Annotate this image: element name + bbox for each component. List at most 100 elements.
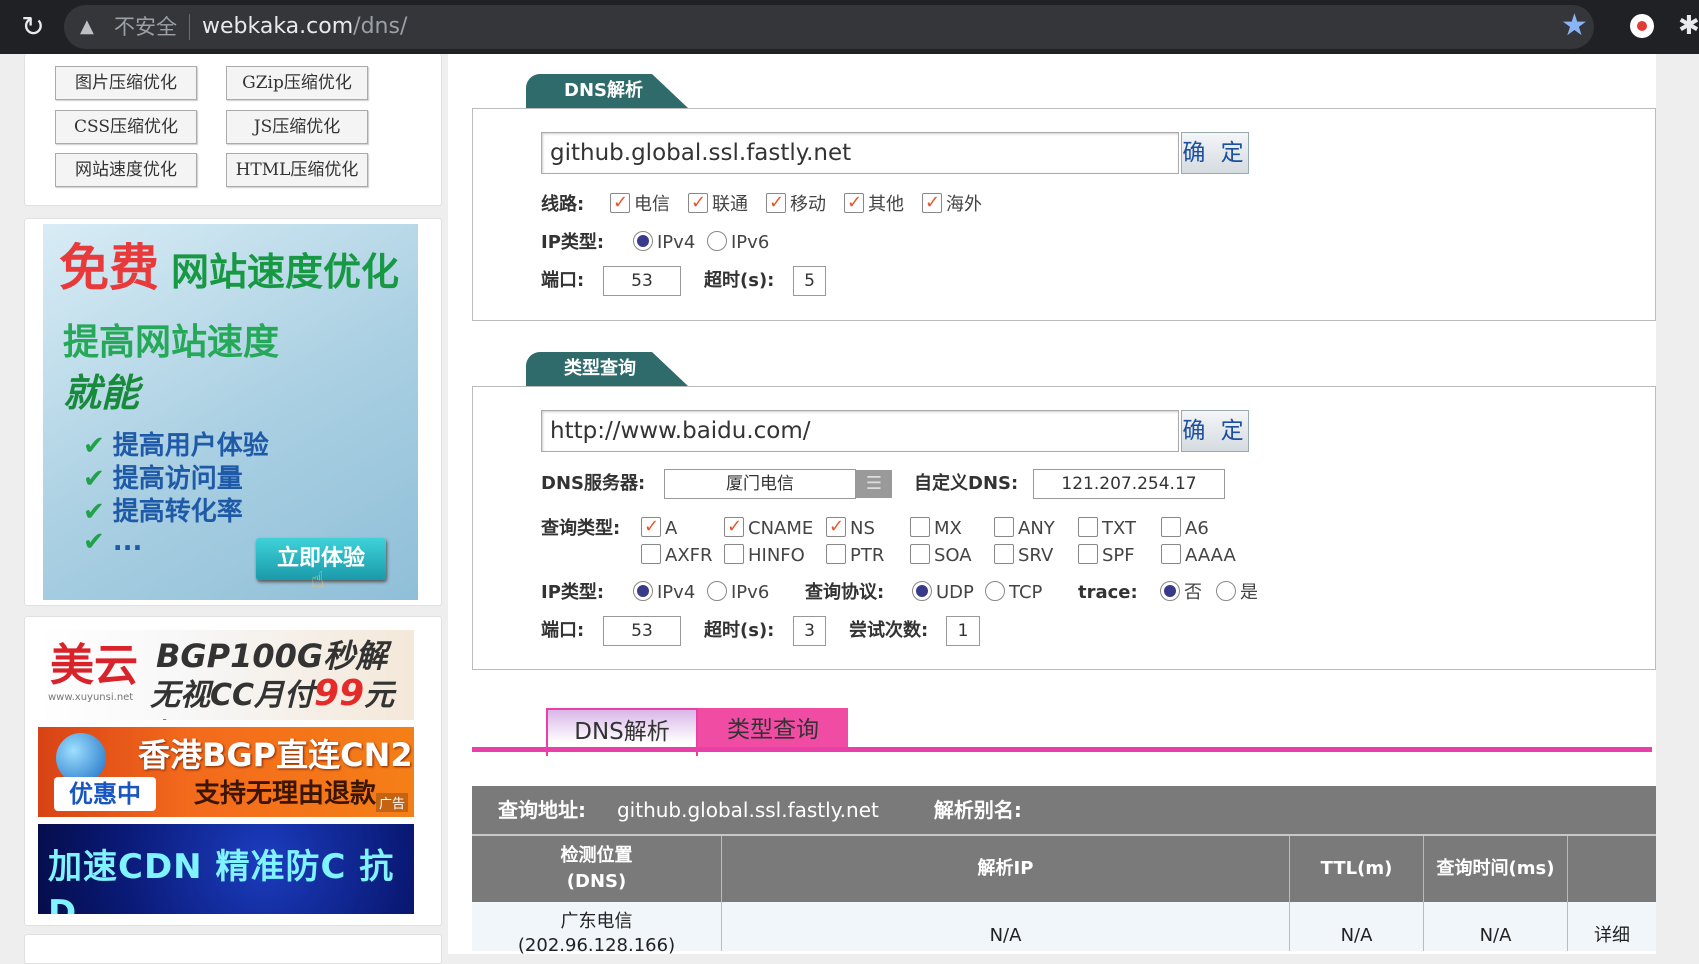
col-ttl: TTL(m): [1290, 836, 1424, 902]
bgp-hosting-ad[interactable]: 美云 www.xuyunsi.net BGP100G秒解 无视CC月付99元起: [38, 630, 414, 720]
meiyun-logo: 美云: [50, 640, 138, 691]
tool-css-compress-button[interactable]: CSS压缩优化: [55, 110, 197, 144]
tool-image-compress-button[interactable]: 图片压缩优化: [55, 66, 197, 100]
line-unicom-checkbox[interactable]: 联通: [688, 190, 748, 218]
ip-type-label-2: IP类型:: [541, 582, 605, 603]
type-cname-checkbox[interactable]: CNAME: [724, 514, 813, 542]
ad2-line2: 无视CC月付99元起: [150, 673, 395, 721]
type-submit-button[interactable]: 确 定: [1181, 410, 1249, 452]
ipv4-radio-2[interactable]: IPv4: [633, 580, 695, 606]
checkbox-icon: [826, 514, 846, 540]
col-location: 检测位置 (DNS): [472, 836, 722, 902]
dns-server-select[interactable]: 厦门电信: [664, 469, 856, 499]
hk-cn2-ad[interactable]: 优惠中 香港BGP直连CN2 支持无理由退款 广告: [38, 727, 414, 817]
radio-icon: [707, 581, 727, 601]
sidebar-next-panel: [24, 934, 442, 964]
url-input[interactable]: http://www.baidu.com/: [541, 410, 1179, 452]
url-text[interactable]: webkaka.com/dns/: [202, 12, 407, 42]
type-axfr-checkbox[interactable]: AXFR: [641, 543, 713, 569]
check-icon: ✔: [83, 497, 105, 527]
tool-js-compress-button[interactable]: JS压缩优化: [226, 110, 368, 144]
retries-label: 尝试次数:: [849, 620, 929, 641]
trace-yes-radio[interactable]: 是: [1216, 580, 1258, 606]
hand-cursor-icon: ☝: [311, 568, 325, 593]
ipv6-radio[interactable]: IPv6: [707, 230, 769, 256]
check-icon: ✔: [83, 464, 105, 494]
radio-icon: [633, 581, 653, 601]
radio-icon: [707, 231, 727, 251]
col-query-time: 查询时间(ms): [1424, 836, 1568, 902]
check-icon: ✔: [83, 431, 105, 461]
line-mobile-checkbox[interactable]: 移动: [766, 190, 826, 218]
type-txt-checkbox[interactable]: TXT: [1078, 516, 1136, 542]
tool-site-speed-button[interactable]: 网站速度优化: [55, 153, 197, 187]
ipv6-radio-2[interactable]: IPv6: [707, 580, 769, 606]
dns-section-tab: DNS解析: [526, 74, 652, 108]
custom-dns-label: 自定义DNS:: [914, 473, 1019, 494]
checkbox-icon: [610, 190, 630, 216]
timeout-input[interactable]: 5: [793, 266, 826, 296]
checkbox-icon: [910, 544, 930, 564]
port-input-2[interactable]: 53: [603, 616, 681, 646]
ad4-line1: 加速CDN 精准防C 抗D: [48, 847, 395, 914]
ad-bullet: ✔...: [83, 527, 143, 557]
record-extension-icon[interactable]: [1630, 14, 1654, 38]
security-indicator[interactable]: 不安全: [114, 12, 177, 42]
tcp-radio[interactable]: TCP: [985, 580, 1042, 606]
timeout-input-2[interactable]: 3: [793, 616, 826, 646]
checkbox-icon: [688, 190, 708, 216]
dns-submit-button[interactable]: 确 定: [1181, 132, 1249, 174]
tool-gzip-compress-button[interactable]: GZip压缩优化: [226, 66, 368, 100]
checkbox-icon: [1161, 544, 1181, 564]
checkbox-icon: [766, 190, 786, 216]
radio-icon: [912, 581, 932, 601]
type-any-checkbox[interactable]: ANY: [994, 516, 1055, 542]
line-other-checkbox[interactable]: 其他: [844, 190, 904, 218]
type-spf-checkbox[interactable]: SPF: [1078, 543, 1135, 569]
type-a6-checkbox[interactable]: A6: [1161, 516, 1209, 542]
address-divider: [189, 14, 190, 40]
type-ns-checkbox[interactable]: NS: [826, 514, 875, 542]
warning-icon[interactable]: ▲: [80, 12, 94, 42]
type-ptr-checkbox[interactable]: PTR: [826, 543, 884, 569]
ip-type-label: IP类型:: [541, 232, 605, 253]
checkbox-icon: [994, 544, 1014, 564]
extensions-puzzle-icon[interactable]: ✱: [1678, 9, 1699, 43]
dns-server-label: DNS服务器:: [541, 473, 646, 494]
radio-icon: [1160, 581, 1180, 601]
speed-optimization-ad[interactable]: 免费 网站速度优化 提高网站速度 就能 ✔ 提高用户体验 ✔ 提高访问量 ✔ 提高转化…: [43, 224, 418, 600]
retries-input[interactable]: 1: [946, 616, 980, 646]
select-arrow-icon[interactable]: ☰: [856, 470, 892, 498]
type-aaaa-checkbox[interactable]: AAAA: [1161, 543, 1236, 569]
alias-label: 解析别名:: [933, 798, 1022, 822]
result-detail-link[interactable]: 详细: [1568, 902, 1656, 951]
ad-line2: 就能: [63, 371, 140, 415]
type-a-checkbox[interactable]: A: [641, 514, 677, 542]
line-telecom-checkbox[interactable]: 电信: [610, 190, 670, 218]
result-tab-type[interactable]: 类型查询: [698, 708, 848, 752]
bookmark-star-icon[interactable]: ★: [1561, 8, 1588, 44]
radio-icon: [985, 581, 1005, 601]
checkbox-icon: [724, 544, 744, 564]
udp-radio[interactable]: UDP: [912, 580, 974, 606]
line-overseas-checkbox[interactable]: 海外: [922, 190, 982, 218]
globe-server-icon: [56, 733, 106, 783]
trace-no-radio[interactable]: 否: [1160, 580, 1202, 606]
port-input[interactable]: 53: [603, 266, 681, 296]
protocol-label: 查询协议:: [805, 582, 885, 603]
domain-input[interactable]: github.global.ssl.fastly.net: [541, 132, 1179, 174]
reload-icon[interactable]: ↻: [16, 10, 50, 44]
ipv4-radio[interactable]: IPv4: [633, 230, 695, 256]
type-soa-checkbox[interactable]: SOA: [910, 543, 972, 569]
col-detail: [1568, 836, 1656, 902]
type-hinfo-checkbox[interactable]: HINFO: [724, 543, 805, 569]
custom-dns-input[interactable]: 121.207.254.17: [1033, 469, 1225, 499]
type-section-tab: 类型查询: [526, 352, 652, 386]
browser-toolbar: ↻ ▲ 不安全 webkaka.com/dns/ ★ ✱: [0, 0, 1699, 54]
cdn-ad[interactable]: 加速CDN 精准防C 抗D: [38, 824, 414, 914]
ad-bullet: ✔ 提高转化率: [83, 497, 243, 527]
type-srv-checkbox[interactable]: SRV: [994, 543, 1053, 569]
tool-html-compress-button[interactable]: HTML压缩优化: [226, 153, 368, 187]
type-mx-checkbox[interactable]: MX: [910, 516, 962, 542]
checkbox-icon: [1078, 544, 1098, 564]
